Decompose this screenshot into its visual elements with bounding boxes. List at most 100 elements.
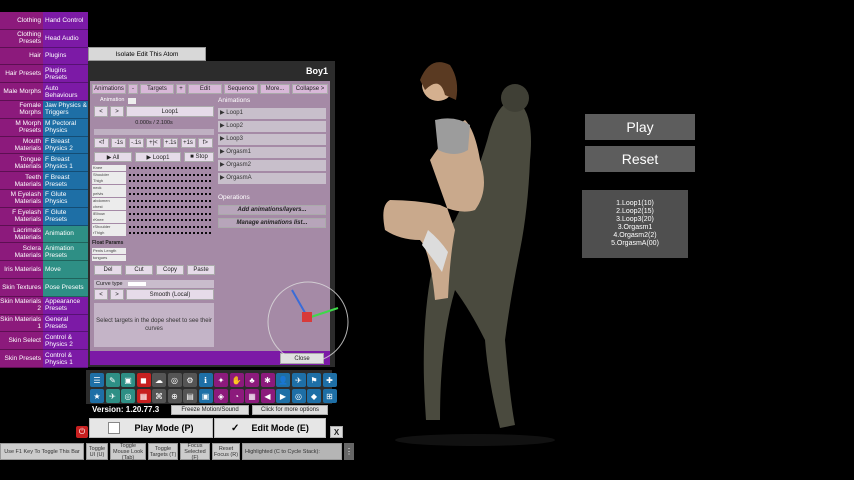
tool-icon[interactable]: ▶ xyxy=(276,389,290,403)
tool-icon[interactable]: ⊕ xyxy=(167,389,182,403)
tool-icon[interactable]: ☰ xyxy=(90,373,104,387)
dope-sheet-row[interactable]: lElbow xyxy=(92,210,212,217)
sidebar-left-button[interactable]: Hair xyxy=(0,47,43,66)
sidebar-right-button[interactable]: Pose Presets xyxy=(43,279,88,297)
sidebar-right-button[interactable]: Appearance Presets xyxy=(43,296,88,315)
animation-list-item[interactable]: ▶ Orgasm2 xyxy=(218,160,326,171)
reset-focus-button[interactable]: Reset Focus (R) xyxy=(212,443,240,460)
sidebar-left-button[interactable]: M Eyelash Materials xyxy=(0,190,43,208)
tab-sequence[interactable]: Sequence xyxy=(224,84,258,94)
sidebar-left-button[interactable]: Skin Textures xyxy=(0,279,43,297)
tab-edit[interactable]: Edit xyxy=(188,84,222,94)
dope-sheet-row[interactable]: Thigh xyxy=(92,178,212,184)
toggle-ui-button[interactable]: Toggle UI (U) xyxy=(86,443,108,460)
tool-icon[interactable]: ✎ xyxy=(105,373,120,387)
more-options-button[interactable]: Click for more options xyxy=(252,405,328,415)
reset-button[interactable]: Reset xyxy=(585,146,695,172)
sidebar-right-button[interactable]: Control & Physics 1 xyxy=(43,350,88,368)
play-mode-checkbox[interactable] xyxy=(108,422,121,434)
sidebar-right-button[interactable]: General Presets xyxy=(43,314,88,333)
tool-icon[interactable]: ✱ xyxy=(260,373,275,387)
prev-curve-button[interactable]: < xyxy=(94,289,108,300)
dope-sheet-row[interactable]: rThigh xyxy=(92,230,212,236)
keyframe-dots[interactable] xyxy=(128,223,212,230)
dope-sheet-row[interactable]: chest xyxy=(92,204,212,210)
tab-animations[interactable]: Animations xyxy=(92,84,126,94)
prev-animation-button[interactable]: < xyxy=(94,106,108,117)
focus-selected-button[interactable]: Focus Selected (F) xyxy=(180,443,210,461)
step-button[interactable]: -1s xyxy=(111,138,127,148)
keyframe-dots[interactable] xyxy=(128,204,212,210)
menu-dots-icon[interactable]: ⋮ xyxy=(344,443,354,460)
sidebar-left-button[interactable]: Clothing xyxy=(0,12,43,30)
sidebar-right-button[interactable]: Jaw Physics & Triggers xyxy=(43,101,88,119)
scene-viewport[interactable] xyxy=(360,40,590,450)
sidebar-left-button[interactable]: M Morph Presets xyxy=(0,118,43,137)
stop-button[interactable]: ■ Stop xyxy=(184,152,214,162)
dope-sheet-row[interactable]: pelvis xyxy=(92,191,212,197)
tool-icon[interactable]: ★ xyxy=(90,389,104,403)
animation-list-item[interactable]: ▶ Orgasm1 xyxy=(218,147,326,158)
sidebar-right-button[interactable]: F Breast Physics 1 xyxy=(43,154,88,173)
dope-sheet-row[interactable]: Shoulder xyxy=(92,171,212,178)
sidebar-right-button[interactable]: Plugins xyxy=(43,47,88,66)
sidebar-left-button[interactable]: Teeth Materials xyxy=(0,172,43,190)
sidebar-right-button[interactable]: Animation xyxy=(43,225,88,244)
step-button[interactable]: <f xyxy=(94,138,109,148)
sidebar-left-button[interactable]: F Eyelash Materials xyxy=(0,207,43,226)
tool-icon[interactable]: ⚙ xyxy=(183,373,197,387)
dope-sheet-row[interactable]: rShoulder xyxy=(92,223,212,230)
keyframe-dots[interactable] xyxy=(128,210,212,217)
keyframe-dots[interactable] xyxy=(128,197,212,204)
tool-icon[interactable]: ✚ xyxy=(322,373,337,387)
current-animation-select[interactable]: Loop1 xyxy=(126,106,214,117)
isolate-edit-button[interactable]: Isolate Edit This Atom xyxy=(88,47,206,61)
sidebar-left-button[interactable]: Hair Presets xyxy=(0,65,43,84)
sidebar-left-button[interactable]: Tongue Materials xyxy=(0,154,43,173)
tool-icon[interactable]: ◼ xyxy=(136,373,151,387)
next-animation-button[interactable]: > xyxy=(110,106,124,117)
sidebar-right-button[interactable]: Move xyxy=(43,261,88,279)
animation-list-item[interactable]: ▶ Loop3 xyxy=(218,134,326,145)
tool-icon[interactable]: ♣ xyxy=(245,373,259,387)
toggle-targets-button[interactable]: Toggle Targets (T) xyxy=(148,443,178,460)
sidebar-right-button[interactable]: F Breast Presets xyxy=(43,172,88,190)
sidebar-right-button[interactable]: F Glute Physics xyxy=(43,190,88,208)
keyframe-dots[interactable] xyxy=(128,184,212,191)
tool-icon[interactable]: ✦ xyxy=(214,373,228,387)
play-loop-button[interactable]: ▶ Loop1 xyxy=(135,152,181,162)
sidebar-right-button[interactable]: Control & Physics 2 xyxy=(43,332,88,351)
sidebar-left-button[interactable]: Female Morphs xyxy=(0,101,43,119)
delete-button[interactable]: Del xyxy=(94,265,122,275)
next-curve-button[interactable]: > xyxy=(110,289,124,300)
tab-more[interactable]: More... xyxy=(260,84,290,94)
manage-animations-button[interactable]: Manage animations list... xyxy=(218,218,326,228)
toggle-mouse-look-button[interactable]: Toggle Mouse Look (Tab) xyxy=(110,443,146,461)
tab-minus[interactable]: - xyxy=(128,84,138,94)
animation-toggle[interactable] xyxy=(128,98,136,104)
tool-icon[interactable]: ℹ xyxy=(198,373,213,387)
tool-icon[interactable]: ▤ xyxy=(183,389,197,403)
power-icon[interactable]: ⏻ xyxy=(76,426,88,438)
float-param-row[interactable]: Penis Length xyxy=(92,248,212,254)
tool-icon[interactable]: ◎ xyxy=(167,373,182,387)
sidebar-left-button[interactable]: Skin Presets xyxy=(0,350,43,368)
tool-icon[interactable]: ▣ xyxy=(121,373,135,387)
freeze-motion-toggle[interactable]: Freeze Motion/Sound xyxy=(171,405,249,415)
tool-icon[interactable]: ✋ xyxy=(229,373,244,387)
sidebar-right-button[interactable]: F Glute Presets xyxy=(43,207,88,226)
close-toolbar-button[interactable]: X xyxy=(330,426,343,438)
step-button[interactable]: f> xyxy=(197,138,213,148)
tool-icon[interactable]: ⌘ xyxy=(152,389,166,403)
animation-list-item[interactable]: ▶ OrgasmA xyxy=(218,173,326,184)
tool-icon[interactable]: ▦ xyxy=(245,389,259,403)
sidebar-right-button[interactable]: M Pectoral Physics xyxy=(43,118,88,137)
play-all-button[interactable]: ▶ All xyxy=(94,152,132,162)
step-button[interactable]: +.1s xyxy=(163,138,179,148)
tool-icon[interactable]: ◈ xyxy=(214,389,228,403)
dope-sheet-row[interactable]: abdomen xyxy=(92,197,212,204)
sidebar-right-button[interactable]: Head Audio xyxy=(43,29,88,48)
edit-mode-button[interactable]: ✓ Edit Mode (E) xyxy=(214,418,326,438)
tab-targets[interactable]: Targets xyxy=(140,84,174,94)
paste-button[interactable]: Paste xyxy=(187,265,215,275)
